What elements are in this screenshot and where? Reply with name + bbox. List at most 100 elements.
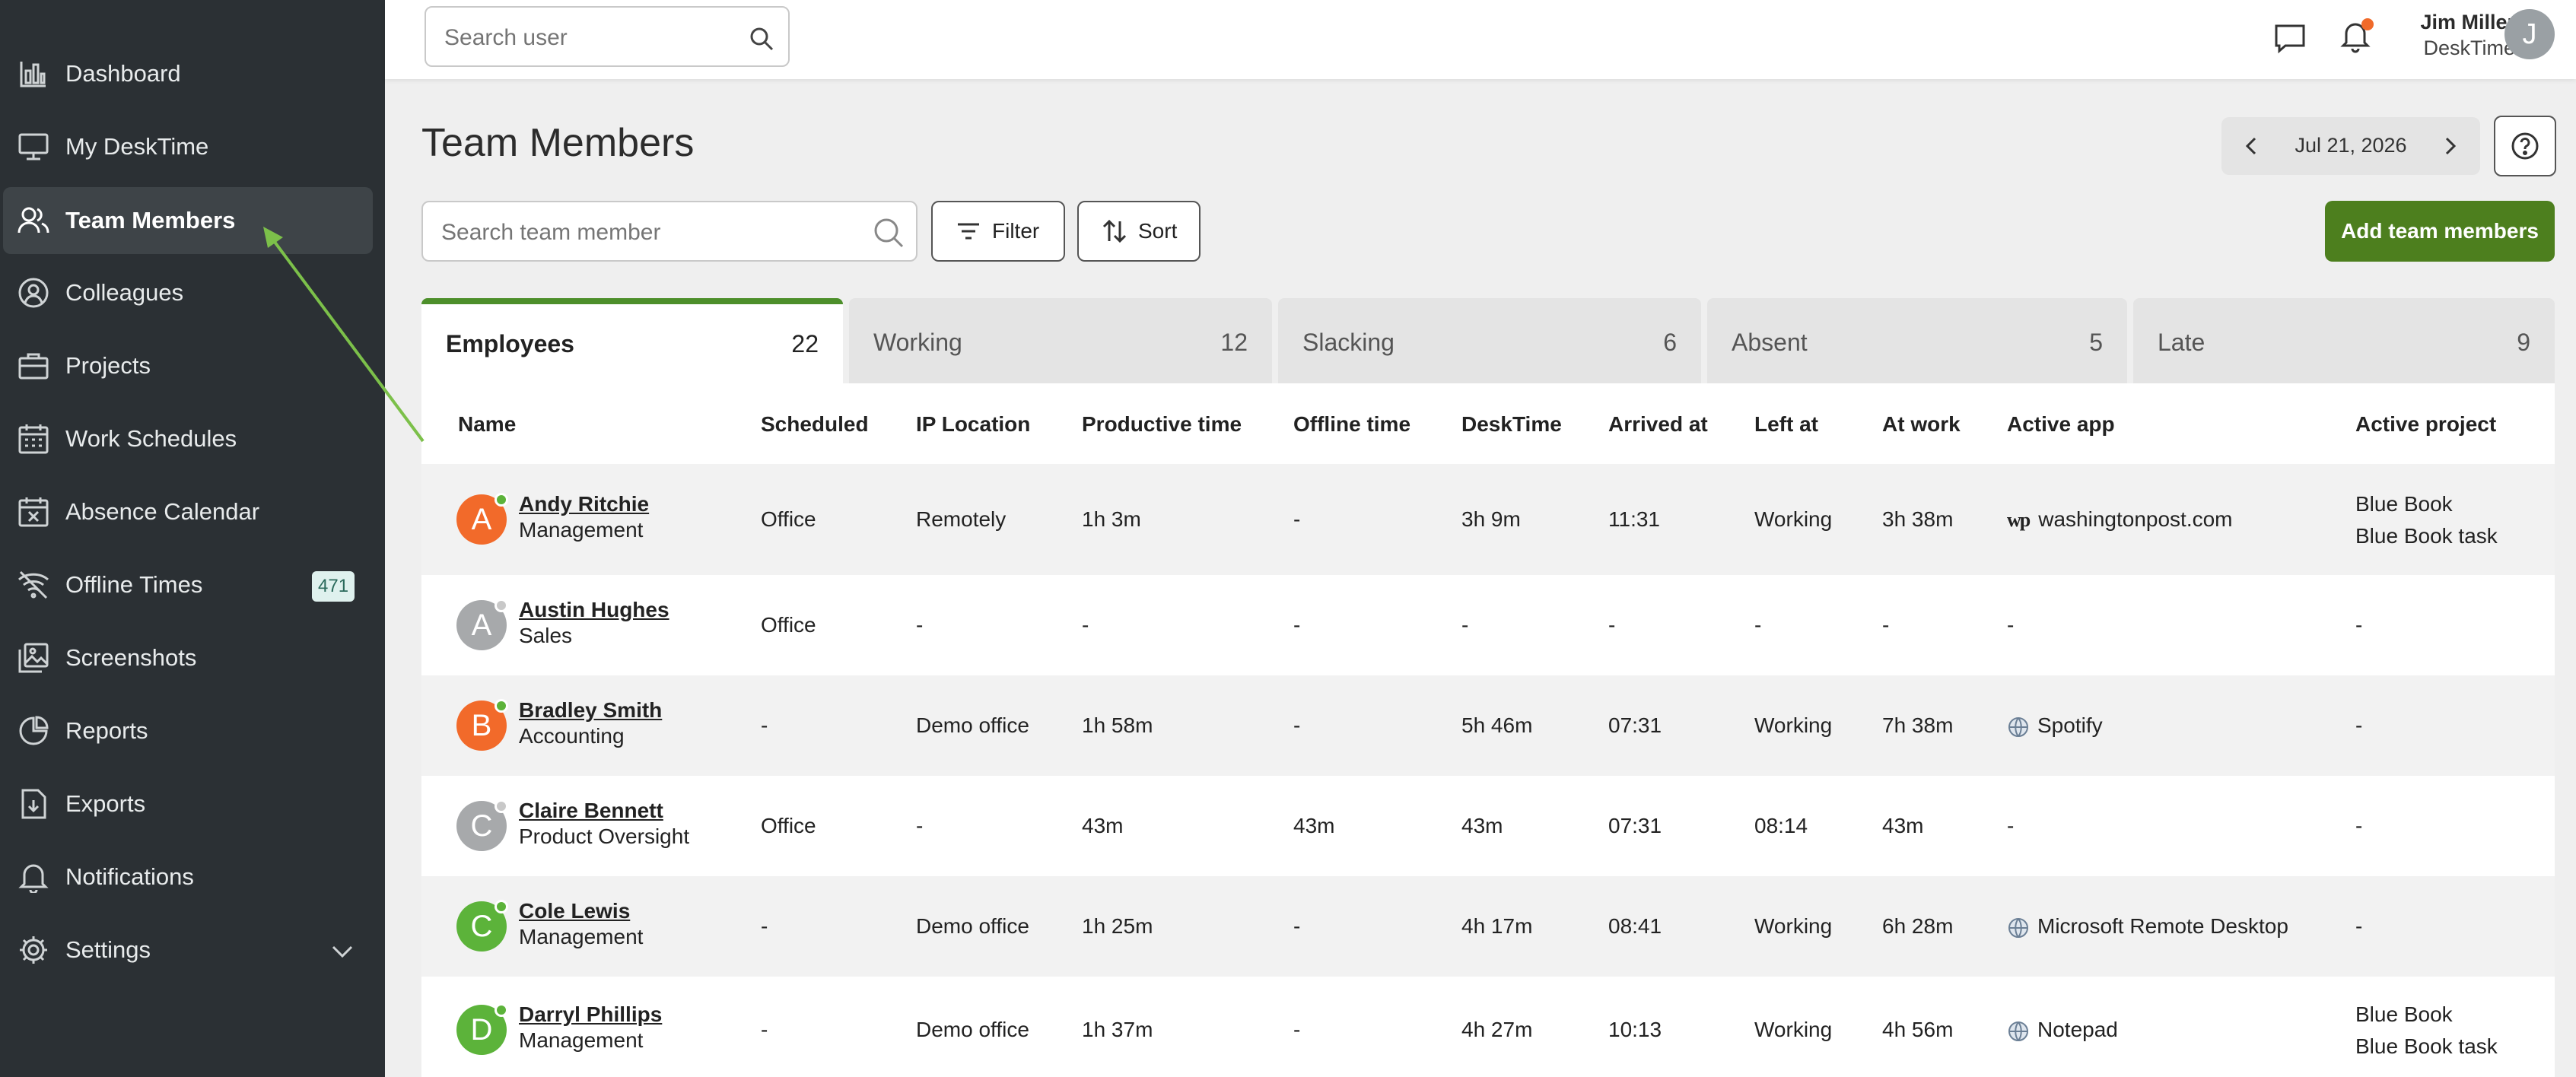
table-row[interactable]: D Darryl Phillips Management - Demo office 1h…	[421, 977, 2555, 1077]
tab-absent[interactable]: Absent 5	[1707, 298, 2127, 383]
active-app-name: Microsoft Remote Desktop	[2037, 914, 2288, 938]
offline-time-cell: -	[1293, 507, 1301, 531]
sidebar-item-notifications[interactable]: Notifications	[0, 843, 385, 910]
at-work-cell: 43m	[1882, 814, 1924, 837]
sidebar-item-colleagues[interactable]: Colleagues	[0, 259, 385, 326]
productive-time-cell: 1h 37m	[1082, 1018, 1153, 1041]
tab-employees[interactable]: Employees 22	[421, 298, 843, 383]
sidebar-item-screenshots[interactable]: Screenshots	[0, 624, 385, 691]
sidebar-item-label: Offline Times	[65, 571, 203, 598]
left-at-cell: 08:14	[1754, 814, 1808, 837]
column-header[interactable]: Left at	[1754, 412, 1818, 437]
sidebar-item-work-schedules[interactable]: Work Schedules	[0, 405, 385, 472]
ip-location-cell: Demo office	[916, 713, 1029, 737]
avatar-initial: C	[470, 809, 493, 843]
member-name-link[interactable]: Claire Bennett	[519, 799, 663, 823]
status-dot	[495, 799, 508, 813]
chat-icon[interactable]	[2272, 20, 2308, 56]
column-header[interactable]: Arrived at	[1608, 412, 1708, 437]
column-header[interactable]: Scheduled	[761, 412, 869, 437]
column-header[interactable]: At work	[1882, 412, 1961, 437]
briefcase-icon	[17, 349, 50, 383]
active-app-cell: Notepad	[2007, 1018, 2118, 1043]
notification-bell-icon[interactable]	[2339, 17, 2375, 56]
offline-count-badge: 471	[312, 571, 355, 602]
member-name-link[interactable]: Andy Ritchie	[519, 492, 649, 516]
arrived-at-cell: 10:13	[1608, 1018, 1662, 1041]
search-icon[interactable]	[749, 26, 774, 52]
member-department: Sales	[519, 624, 573, 647]
active-app-name: Spotify	[2037, 713, 2103, 737]
tab-label: Absent	[1732, 329, 1808, 356]
sidebar-item-projects[interactable]: Projects	[0, 332, 385, 399]
chevron-down-icon[interactable]	[329, 938, 356, 965]
tab-working[interactable]: Working 12	[849, 298, 1272, 383]
sidebar-item-label: Exports	[65, 790, 146, 817]
avatar: A	[456, 599, 508, 650]
active-project-name: Blue Book	[2355, 492, 2453, 516]
tab-late[interactable]: Late 9	[2133, 298, 2555, 383]
member-name-link[interactable]: Austin Hughes	[519, 598, 669, 622]
chevron-right-icon[interactable]	[2434, 131, 2465, 161]
search-user-field[interactable]	[425, 6, 790, 67]
member-department: Management	[519, 1028, 644, 1052]
table-row[interactable]: A Andy Ritchie Management Office Remotely 1h …	[421, 464, 2555, 575]
column-header[interactable]: IP Location	[916, 412, 1030, 437]
search-team-member-input[interactable]	[441, 218, 867, 248]
column-header[interactable]: Active project	[2355, 412, 2496, 437]
sidebar-item-label: Screenshots	[65, 644, 197, 671]
column-header[interactable]: Name	[458, 412, 516, 437]
sidebar-item-exports[interactable]: Exports	[0, 770, 385, 837]
sidebar-item-absence-calendar[interactable]: Absence Calendar	[0, 478, 385, 545]
user-avatar[interactable]: J	[2504, 9, 2555, 59]
sidebar: Dashboard My DeskTime Team Members Colle…	[0, 0, 385, 1077]
globe-icon	[2008, 1021, 2028, 1041]
image-icon	[17, 641, 50, 675]
search-icon[interactable]	[872, 216, 905, 249]
sidebar-item-offline-times[interactable]: Offline Times 471	[0, 551, 385, 618]
sidebar-item-team-members[interactable]: Team Members	[3, 187, 373, 254]
scheduled-cell: Office	[761, 507, 816, 531]
sort-button[interactable]: Sort	[1077, 201, 1201, 262]
sidebar-item-settings[interactable]: Settings	[0, 917, 385, 983]
table-row[interactable]: C Cole Lewis Management - Demo office 1h 25m -…	[421, 876, 2555, 977]
table-row[interactable]: A Austin Hughes Sales Office - - - - - - - - -	[421, 575, 2555, 675]
at-work-cell: 7h 38m	[1882, 713, 1954, 737]
tab-slacking[interactable]: Slacking 6	[1278, 298, 1701, 383]
filter-button[interactable]: Filter	[931, 201, 1065, 262]
add-team-members-button[interactable]: Add team members	[2325, 201, 2555, 262]
member-name-link[interactable]: Darryl Phillips	[519, 1002, 662, 1027]
team-members-table: Name Scheduled IP Location Productive time O…	[421, 383, 2555, 1077]
search-user-input[interactable]	[444, 23, 733, 53]
bar-chart-icon	[17, 57, 50, 91]
status-dot	[495, 900, 508, 913]
active-app-name: washingtonpost.com	[2038, 507, 2233, 531]
column-header[interactable]: DeskTime	[1461, 412, 1562, 437]
avatar: B	[456, 699, 508, 751]
member-department: Accounting	[519, 724, 625, 748]
scheduled-cell: -	[761, 914, 768, 938]
help-button[interactable]	[2494, 116, 2556, 176]
search-team-member-field[interactable]	[421, 201, 918, 262]
calendar-x-icon	[17, 495, 50, 529]
ip-location-cell: Demo office	[916, 1018, 1029, 1041]
member-name-link[interactable]: Cole Lewis	[519, 899, 630, 923]
column-header[interactable]: Offline time	[1293, 412, 1410, 437]
sidebar-item-dashboard[interactable]: Dashboard	[0, 40, 385, 107]
user-name[interactable]: Jim Miller	[2401, 11, 2515, 34]
sidebar-item-my-desktime[interactable]: My DeskTime	[0, 113, 385, 180]
sidebar-item-reports[interactable]: Reports	[0, 697, 385, 764]
active-project-task: Blue Book task	[2355, 1034, 2498, 1058]
productive-time-cell: 43m	[1082, 814, 1124, 837]
filter-icon	[958, 223, 979, 240]
member-department: Product Oversight	[519, 824, 690, 848]
avatar-initial: D	[470, 1012, 493, 1047]
tab-label: Slacking	[1302, 329, 1395, 356]
table-row[interactable]: C Claire Bennett Product Oversight Office - 4…	[421, 776, 2555, 876]
member-name-link[interactable]: Bradley Smith	[519, 698, 662, 723]
column-header[interactable]: Productive time	[1082, 412, 1242, 437]
chevron-left-icon[interactable]	[2237, 131, 2267, 161]
table-row[interactable]: B Bradley Smith Accounting - Demo office 1h 5…	[421, 675, 2555, 776]
ip-location-cell: -	[916, 814, 924, 837]
column-header[interactable]: Active app	[2007, 412, 2115, 437]
